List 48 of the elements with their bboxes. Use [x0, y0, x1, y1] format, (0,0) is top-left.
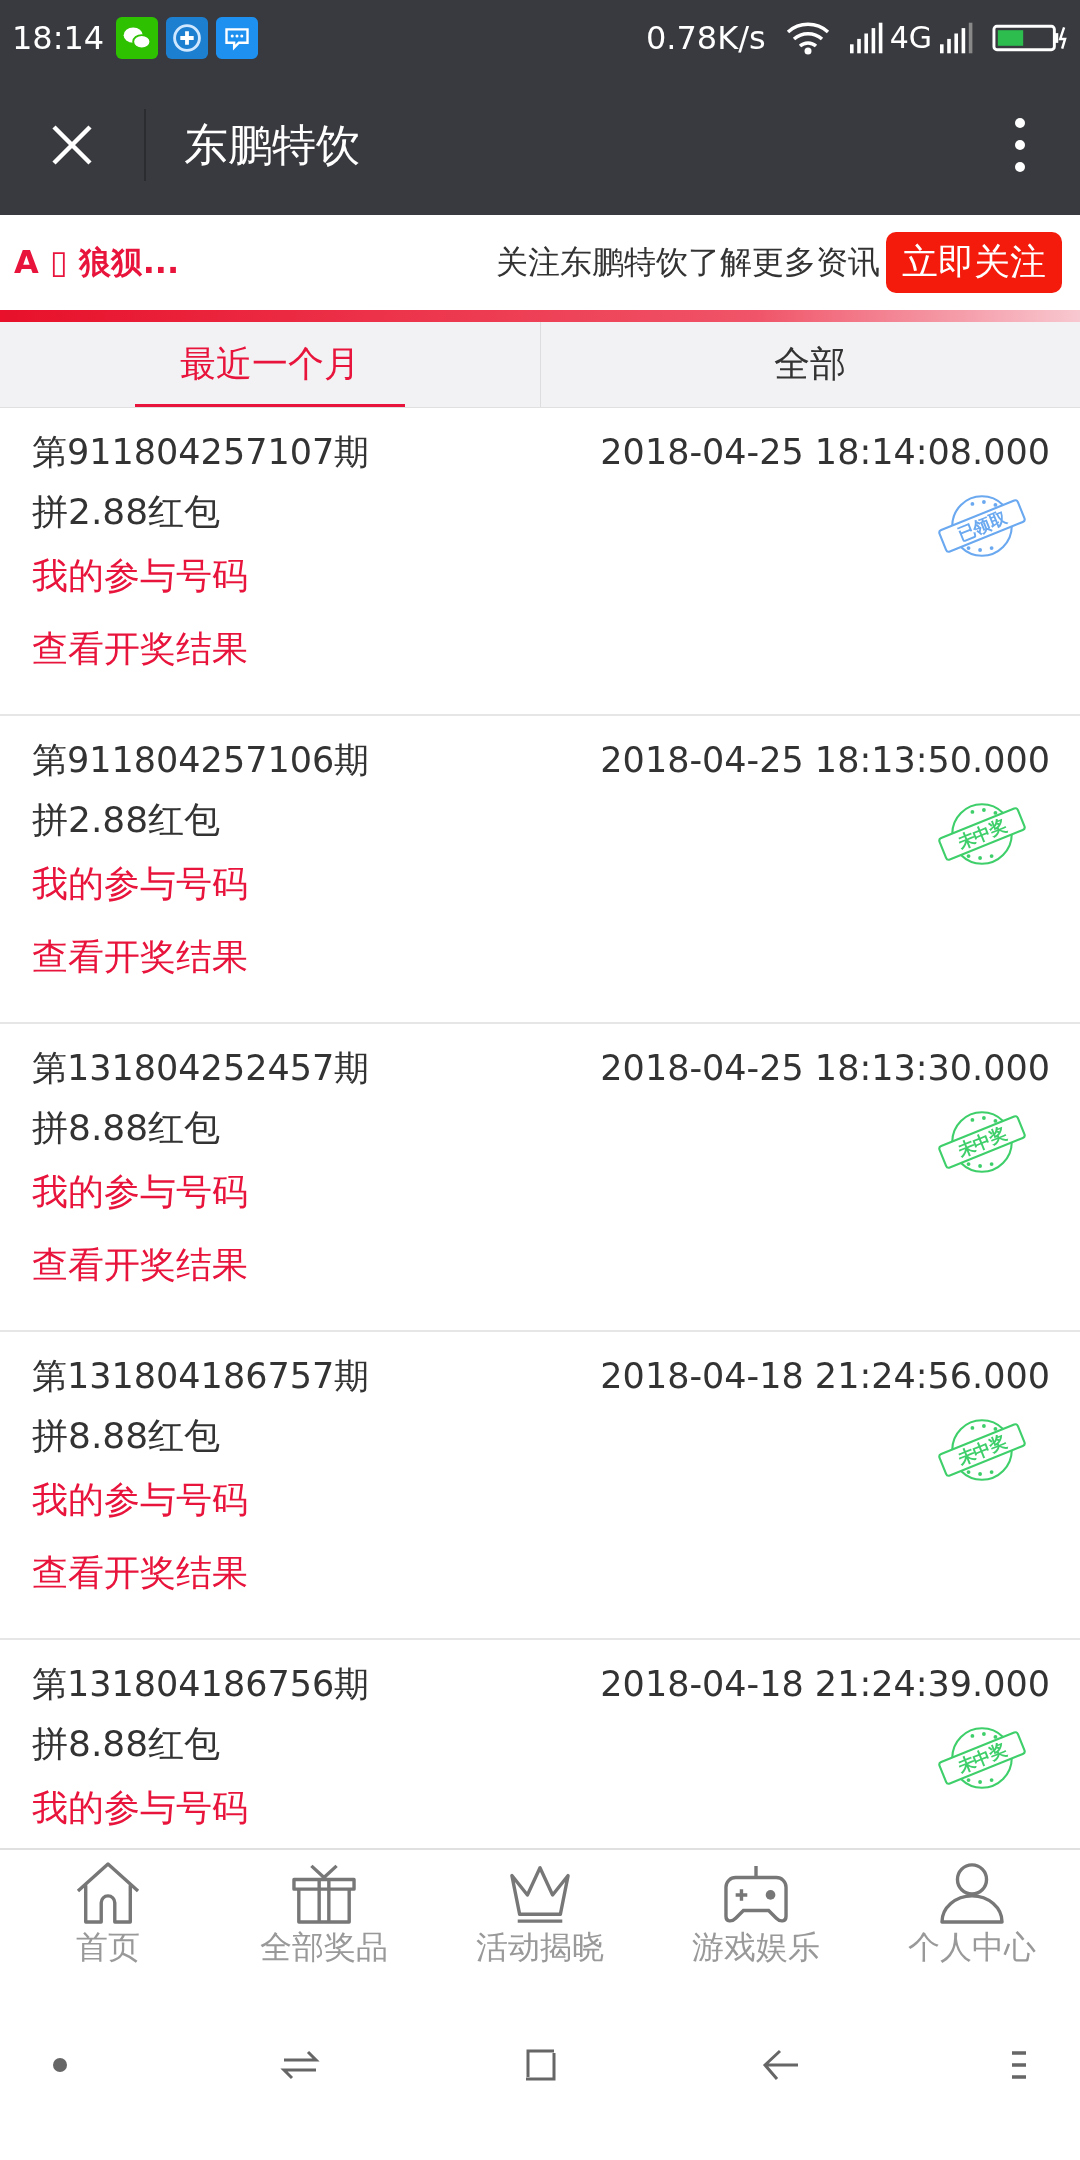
follow-prompt: 关注东鹏特饮了解更多资讯	[496, 241, 880, 283]
tab[interactable]: 最近一个月	[0, 322, 540, 407]
more-icon[interactable]	[1014, 117, 1026, 173]
period-number: 第911804257106期	[32, 739, 370, 782]
tab[interactable]: 全部	[539, 322, 1080, 407]
home-icon	[74, 1862, 142, 1924]
follow-button[interactable]: 立即关注	[886, 232, 1062, 293]
period-number: 第911804257107期	[32, 431, 370, 474]
page-title: 东鹏特饮	[184, 117, 360, 172]
prize-name: 拼2.88红包	[32, 490, 221, 534]
draw-result-link[interactable]: 查看开奖结果	[32, 615, 248, 683]
prize-name: 拼8.88红包	[32, 1106, 221, 1150]
record-time: 2018-04-25 18:14:08.000	[600, 431, 1050, 474]
draw-result-link[interactable]: 查看开奖结果	[32, 923, 248, 991]
network-type: 4G	[889, 20, 932, 55]
my-numbers-link[interactable]: 我的参与号码	[32, 542, 248, 610]
chat-app-icon	[116, 16, 159, 59]
my-numbers-link[interactable]: 我的参与号码	[32, 1158, 248, 1226]
nav-item[interactable]: 游戏娱乐	[648, 1850, 864, 1990]
record-time: 2018-04-25 18:13:50.000	[600, 739, 1050, 782]
nav-item[interactable]: 全部奖品	[216, 1850, 432, 1990]
draw-result-link[interactable]: 查看开奖结果	[32, 1539, 248, 1607]
nav-item[interactable]: 活动揭晓	[432, 1850, 648, 1990]
period-number: 第131804186757期	[32, 1355, 370, 1398]
my-numbers-link[interactable]: 我的参与号码	[32, 1774, 248, 1842]
close-icon[interactable]	[50, 123, 94, 167]
my-numbers-link[interactable]: 我的参与号码	[32, 1466, 248, 1534]
message-app-icon	[216, 16, 259, 59]
record-time: 2018-04-18 21:24:39.000	[600, 1663, 1050, 1706]
account-name: A ▯ 狼狈...	[14, 241, 180, 283]
battery-icon	[992, 22, 1068, 53]
network-speed: 0.78K/s	[645, 18, 766, 57]
gift-icon	[290, 1862, 358, 1924]
record-time: 2018-04-25 18:13:30.000	[600, 1047, 1050, 1090]
nav-item[interactable]: 个人中心	[864, 1850, 1080, 1990]
plus-app-icon	[166, 16, 209, 59]
record-time: 2018-04-18 21:24:56.000	[600, 1355, 1050, 1398]
draw-result-link[interactable]: 查看开奖结果	[32, 1231, 248, 1299]
person-icon	[938, 1862, 1006, 1924]
period-number: 第131804252457期	[32, 1047, 370, 1090]
prize-name: 拼8.88红包	[32, 1722, 221, 1766]
prize-name: 拼2.88红包	[32, 798, 221, 842]
period-number: 第131804186756期	[32, 1663, 370, 1706]
prize-name: 拼8.88红包	[32, 1414, 221, 1458]
nav-item[interactable]: 首页	[0, 1850, 216, 1990]
wifi-icon	[785, 20, 830, 55]
status-time: 18:14	[12, 18, 105, 57]
my-numbers-link[interactable]: 我的参与号码	[32, 850, 248, 918]
